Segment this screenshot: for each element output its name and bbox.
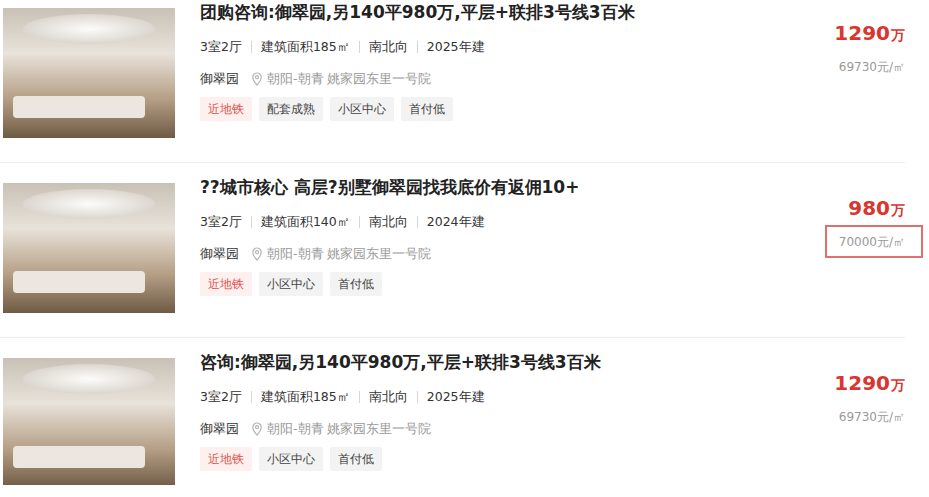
listing-location: 御翠园 朝阳-朝青 姚家园东里一号院: [200, 69, 834, 89]
community-name[interactable]: 御翠园: [200, 419, 239, 439]
unit-price: 69730元/㎡: [839, 409, 905, 425]
detail-item: 3室2厅: [200, 387, 242, 407]
community-name[interactable]: 御翠园: [200, 244, 239, 264]
detail-item: 南北向: [359, 216, 408, 228]
address: 朝阳-朝青 姚家园东里一号院: [267, 244, 431, 264]
listing-location: 御翠园 朝阳-朝青 姚家园东里一号院: [200, 419, 834, 439]
listing-row[interactable]: 咨询:御翠园,另140平980万,平层+联排3号线3百米 3室2厅建筑面积185…: [0, 338, 905, 485]
detail-item: 3室2厅: [200, 37, 242, 57]
detail-item: 建筑面积140㎡: [251, 216, 350, 228]
listing-row[interactable]: 团购咨询:御翠园,另140平980万,平层+联排3号线3百米 3室2厅建筑面积1…: [0, 0, 905, 163]
detail-item: 2025年建: [417, 391, 485, 403]
detail-item: 2024年建: [417, 216, 485, 228]
location-pin-icon: [251, 422, 263, 436]
tag: 小区中心: [259, 447, 323, 471]
location-pin-icon: [251, 247, 263, 261]
listing-info: ??城市核心 高层?别墅御翠园找我底价有返佣10+ 3室2厅建筑面积140㎡南北…: [200, 183, 839, 296]
listing-title[interactable]: 团购咨询:御翠园,另140平980万,平层+联排3号线3百米: [200, 0, 834, 24]
listing-list: 团购咨询:御翠园,另140平980万,平层+联排3号线3百米 3室2厅建筑面积1…: [0, 0, 929, 485]
tag-list: 近地铁配套成熟小区中心首付低: [200, 97, 834, 121]
total-price: 1290万: [834, 370, 905, 398]
listing-details: 3室2厅建筑面积185㎡南北向 2025年建: [200, 387, 834, 407]
price-column: 1290万 69730元/㎡: [834, 358, 905, 425]
detail-item: 2025年建: [417, 41, 485, 53]
listing-details: 3室2厅建筑面积140㎡南北向 2024年建: [200, 212, 839, 232]
total-price: 1290万: [834, 20, 905, 48]
listing-photo[interactable]: [3, 8, 175, 138]
listing-location: 御翠园 朝阳-朝青 姚家园东里一号院: [200, 244, 839, 264]
detail-item: 建筑面积185㎡: [251, 41, 350, 53]
unit-price: 70000元/㎡: [839, 234, 905, 250]
detail-item: 建筑面积185㎡: [251, 391, 350, 403]
detail-item: 南北向: [359, 41, 408, 53]
detail-item: 南北向: [359, 391, 408, 403]
listing-info: 团购咨询:御翠园,另140平980万,平层+联排3号线3百米 3室2厅建筑面积1…: [200, 8, 834, 121]
price-column: 1290万 69730元/㎡: [834, 8, 905, 75]
tag: 首付低: [330, 272, 382, 296]
tag: 近地铁: [200, 97, 252, 121]
highlight-box: [825, 225, 923, 258]
tag: 首付低: [401, 97, 453, 121]
tag: 小区中心: [330, 97, 394, 121]
listing-title[interactable]: 咨询:御翠园,另140平980万,平层+联排3号线3百米: [200, 350, 834, 374]
tag: 小区中心: [259, 272, 323, 296]
tag: 近地铁: [200, 447, 252, 471]
total-price: 980万: [848, 195, 905, 223]
listing-photo[interactable]: [3, 183, 175, 313]
community-name[interactable]: 御翠园: [200, 69, 239, 89]
address: 朝阳-朝青 姚家园东里一号院: [267, 69, 431, 89]
listing-row[interactable]: ??城市核心 高层?别墅御翠园找我底价有返佣10+ 3室2厅建筑面积140㎡南北…: [0, 163, 905, 338]
tag-list: 近地铁小区中心首付低: [200, 272, 839, 296]
price-column: 980万 70000元/㎡: [839, 183, 905, 250]
location-pin-icon: [251, 72, 263, 86]
tag: 首付低: [330, 447, 382, 471]
tag: 配套成熟: [259, 97, 323, 121]
tag-list: 近地铁小区中心首付低: [200, 447, 834, 471]
listing-title[interactable]: ??城市核心 高层?别墅御翠园找我底价有返佣10+: [200, 175, 839, 199]
address: 朝阳-朝青 姚家园东里一号院: [267, 419, 431, 439]
unit-price: 69730元/㎡: [839, 59, 905, 75]
listing-info: 咨询:御翠园,另140平980万,平层+联排3号线3百米 3室2厅建筑面积185…: [200, 358, 834, 471]
detail-item: 3室2厅: [200, 212, 242, 232]
listing-photo[interactable]: [3, 358, 175, 485]
tag: 近地铁: [200, 272, 252, 296]
listing-details: 3室2厅建筑面积185㎡南北向 2025年建: [200, 37, 834, 57]
